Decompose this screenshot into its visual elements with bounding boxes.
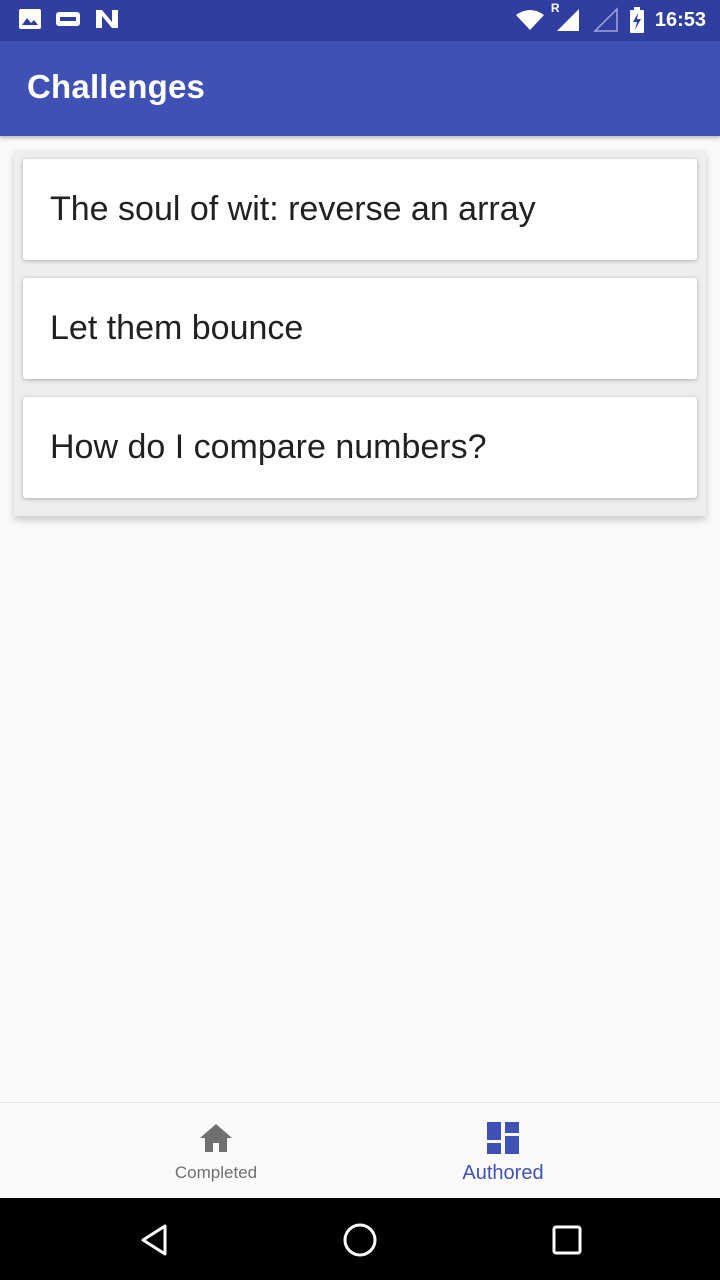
challenge-card[interactable]: Let them bounce <box>23 278 697 379</box>
idea-app-icon <box>56 12 80 26</box>
system-status-icons: R 16:53 <box>515 1 706 35</box>
recents-icon[interactable] <box>545 1218 589 1262</box>
challenge-title: The soul of wit: reverse an array <box>50 190 536 228</box>
challenge-title: Let them bounce <box>50 309 304 347</box>
wifi-icon <box>515 8 545 32</box>
dashboard-icon <box>487 1121 519 1155</box>
nav-label-authored: Authored <box>462 1162 544 1184</box>
back-icon[interactable] <box>132 1218 176 1262</box>
page-title: Challenges <box>27 68 206 105</box>
home-icon <box>199 1121 233 1155</box>
n-logo-icon <box>94 8 120 30</box>
signal-empty-icon <box>593 7 619 33</box>
nav-label-completed: Completed <box>174 1163 258 1182</box>
battery-charging-icon <box>629 7 645 33</box>
app-bar: Challenges <box>0 41 720 136</box>
nav-item-authored[interactable]: Authored <box>323 1103 683 1199</box>
challenge-list: The soul of wit: reverse an array Let th… <box>14 150 706 516</box>
status-clock: 16:53 <box>654 9 706 31</box>
challenge-card[interactable]: The soul of wit: reverse an array <box>23 159 697 260</box>
signal-roaming-icon: R <box>551 1 583 33</box>
bottom-navigation: Completed Authored <box>0 1102 720 1199</box>
system-navigation-bar <box>0 1198 720 1280</box>
status-bar: R 16:53 <box>0 0 720 41</box>
home-circle-icon[interactable] <box>338 1218 382 1262</box>
notification-icons <box>18 8 120 30</box>
challenge-card[interactable]: How do I compare numbers? <box>23 397 697 498</box>
image-icon <box>18 8 42 30</box>
challenge-title: How do I compare numbers? <box>50 428 487 466</box>
roaming-indicator: R <box>550 1 560 15</box>
